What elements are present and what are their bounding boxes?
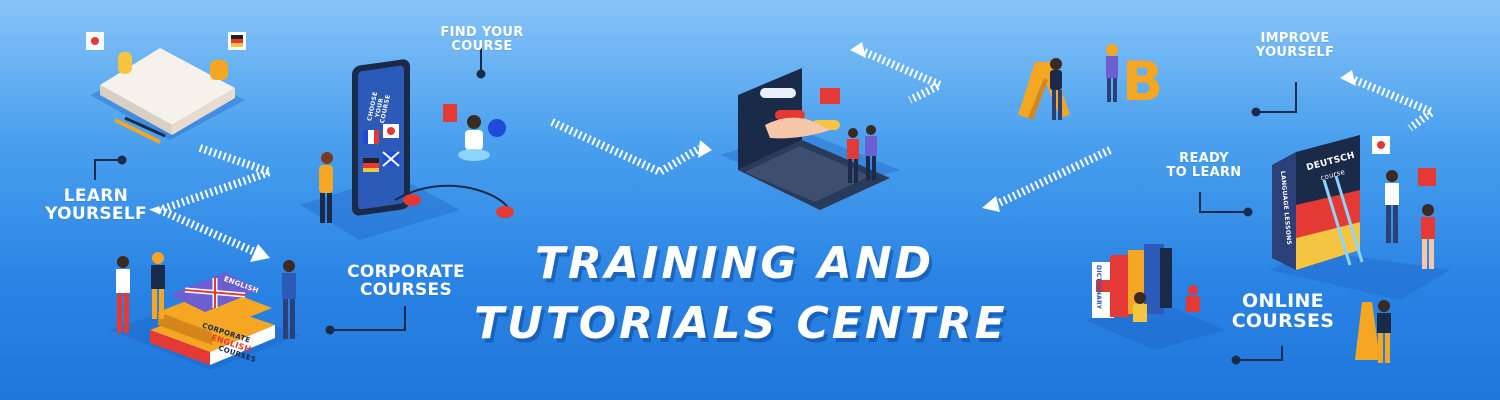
learn-yourself-label: LEARN YOURSELF xyxy=(45,186,147,224)
headline-line-2: TUTORIALS CENTRE xyxy=(474,298,1008,349)
online-courses-label: ONLINE COURSES xyxy=(1231,290,1335,332)
find-your-course-label: FIND YOUR COURSE xyxy=(440,25,524,54)
laptop-illustration xyxy=(720,68,900,210)
training-banner: B CHOOSE YOUR COURSE DEUTSCH course LANG… xyxy=(0,0,1500,400)
corporate-courses-label: CORPORATE COURSES xyxy=(347,262,465,300)
svg-text:B: B xyxy=(1122,50,1163,113)
letters-illustration: B xyxy=(1018,44,1163,120)
ready-to-learn-label: READY TO LEARN xyxy=(1166,151,1242,180)
dictionary-spine: DICTIONARY xyxy=(1095,264,1103,310)
phone-illustration xyxy=(300,59,514,240)
headline-line-1: TRAINING AND xyxy=(535,238,935,289)
open-book-illustration xyxy=(86,32,246,144)
deutsch-book-illustration xyxy=(1270,135,1450,300)
corporate-books-illustration xyxy=(110,252,300,370)
improve-yourself-label: IMPROVE YOURSELF xyxy=(1255,31,1335,60)
